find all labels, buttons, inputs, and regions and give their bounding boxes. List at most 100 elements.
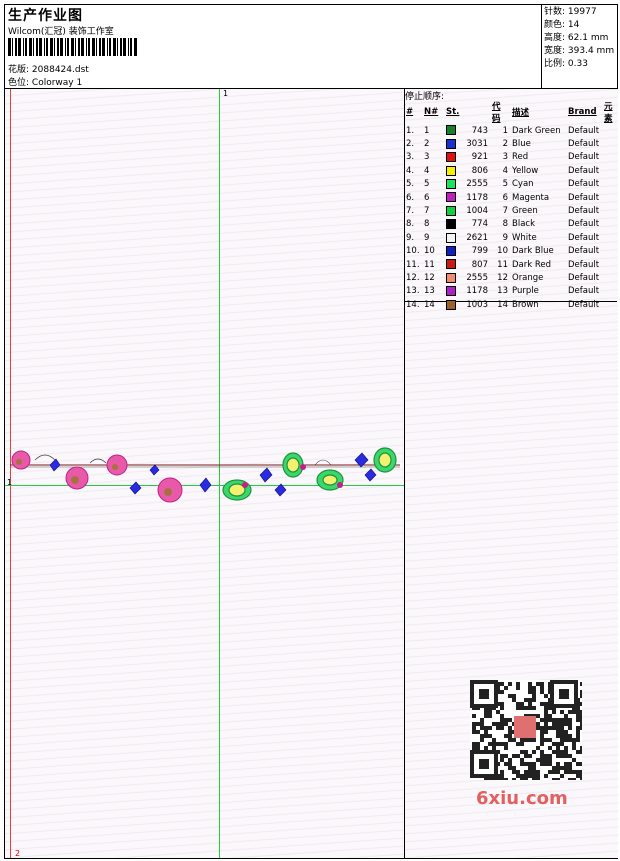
table-row: 14. 14 1003 14 Brown Default [404, 298, 620, 311]
color-code: 3 [502, 152, 508, 163]
needle-number: 1 [424, 125, 430, 136]
stitches-value: 19977 [567, 7, 597, 17]
table-row: 2. 2 3031 2 Blue Default [404, 137, 620, 150]
stitch-count: 806 [471, 165, 488, 176]
width-value: 393.4 mm [567, 46, 615, 56]
header-stats-divider [541, 4, 542, 88]
color-swatch [444, 231, 460, 244]
column-header: N# [424, 107, 439, 117]
swatch-icon [446, 138, 456, 149]
color-swatch [444, 285, 460, 298]
color-swatch [444, 271, 460, 284]
table-row: 9. 9 2621 9 White Default [404, 231, 620, 244]
color-description: Purple [512, 286, 539, 297]
needle-number: 4 [424, 165, 430, 176]
color-description: Green [512, 206, 538, 217]
table-row: 13. 13 1178 13 Purple Default [404, 285, 620, 298]
needle-number: 14 [424, 299, 435, 310]
height-label: 高度: [544, 33, 566, 43]
color-description: Orange [512, 272, 544, 283]
needle-number: 2 [424, 139, 430, 150]
color-code: 4 [502, 165, 508, 176]
swatch-icon [446, 152, 456, 163]
barcode-icon [8, 38, 137, 56]
stitch-count: 807 [471, 259, 488, 270]
thread-brand: Default [568, 179, 600, 190]
thread-brand: Default [568, 219, 600, 230]
marker-bottom: 2 [15, 849, 21, 858]
color-code: 7 [502, 206, 508, 217]
colors-label: 颜色: [544, 20, 566, 30]
table-row: 12. 12 2555 12 Orange Default [404, 271, 620, 284]
swatch-icon [446, 179, 456, 189]
needle-number: 7 [424, 206, 430, 217]
color-description: Red [512, 152, 529, 163]
row-index: 1. [406, 125, 415, 136]
table-row: 1. 1 743 1 Dark Green Default [404, 124, 620, 137]
scale-label: 比例: [544, 59, 566, 69]
color-swatch [444, 191, 460, 204]
table-row: 5. 5 2555 5 Cyan Default [404, 178, 620, 191]
table-row: 10. 10 799 10 Dark Blue Default [404, 245, 620, 258]
color-code: 14 [497, 299, 508, 310]
row-index: 12. [406, 272, 420, 283]
stitch-count: 1178 [466, 192, 488, 203]
thread-brand: Default [568, 165, 600, 176]
thread-brand: Default [568, 299, 600, 310]
column-header: 描述 [512, 108, 530, 118]
stitch-count: 2555 [466, 272, 488, 283]
table-row: 11. 11 807 11 Dark Red Default [404, 258, 620, 271]
column-header: St. [446, 107, 460, 117]
colorway-info: 色位: Colorway 1 [8, 75, 82, 88]
color-code: 5 [502, 179, 508, 190]
color-description: Dark Blue [512, 246, 554, 257]
row-index: 13. [406, 286, 420, 297]
colorway-label: 色位: [8, 78, 30, 88]
embroidery-design-preview [10, 447, 400, 503]
thread-brand: Default [568, 272, 600, 283]
stitch-count: 3031 [466, 139, 488, 150]
scale-value: 0.33 [567, 59, 588, 69]
color-sequence-table: # N# St. 代码 描述 Brand 元素 1. 1 743 1 Dark Green Defau… [404, 100, 620, 311]
thread-brand: Default [568, 139, 600, 150]
row-index: 14. [406, 299, 420, 310]
swatch-icon [446, 245, 456, 256]
needle-number: 12 [424, 272, 435, 283]
color-code: 9 [502, 232, 508, 243]
stitch-count: 774 [471, 219, 488, 230]
flower-icon [11, 450, 183, 503]
color-description: Blue [512, 139, 531, 150]
color-code: 11 [497, 259, 508, 270]
company-name: Wilcom(汇冠) 装饰工作室 [8, 27, 114, 37]
row-index: 7. [406, 206, 415, 217]
color-description: Yellow [512, 165, 539, 176]
color-description: Brown [512, 299, 539, 310]
page-title: 生产作业图 [8, 8, 83, 24]
table-row: 7. 7 1004 7 Green Default [404, 204, 620, 217]
row-index: 8. [406, 219, 415, 230]
row-index: 5. [406, 179, 415, 190]
thread-brand: Default [568, 246, 600, 257]
needle-number: 13 [424, 286, 435, 297]
stitch-count: 2621 [466, 232, 488, 243]
column-header: Brand [568, 107, 597, 117]
swatch-icon [446, 232, 456, 243]
needle-number: 10 [424, 246, 435, 257]
row-index: 9. [406, 232, 415, 243]
color-swatch [444, 124, 460, 137]
row-index: 10. [406, 246, 420, 257]
design-label: 花版: [8, 65, 30, 75]
thread-brand: Default [568, 206, 600, 217]
thread-brand: Default [568, 125, 600, 136]
table-row: 6. 6 1178 6 Magenta Default [404, 191, 620, 204]
needle-number: 11 [424, 259, 435, 270]
color-swatch [444, 298, 460, 311]
marker-top: 1 [223, 89, 229, 98]
thread-brand: Default [568, 152, 600, 163]
color-swatch [444, 245, 460, 258]
table-row: 8. 8 774 8 Black Default [404, 218, 620, 231]
stitch-count: 799 [471, 246, 488, 257]
color-swatch [444, 137, 460, 150]
swatch-icon [446, 205, 456, 216]
swatch-icon [446, 272, 456, 283]
